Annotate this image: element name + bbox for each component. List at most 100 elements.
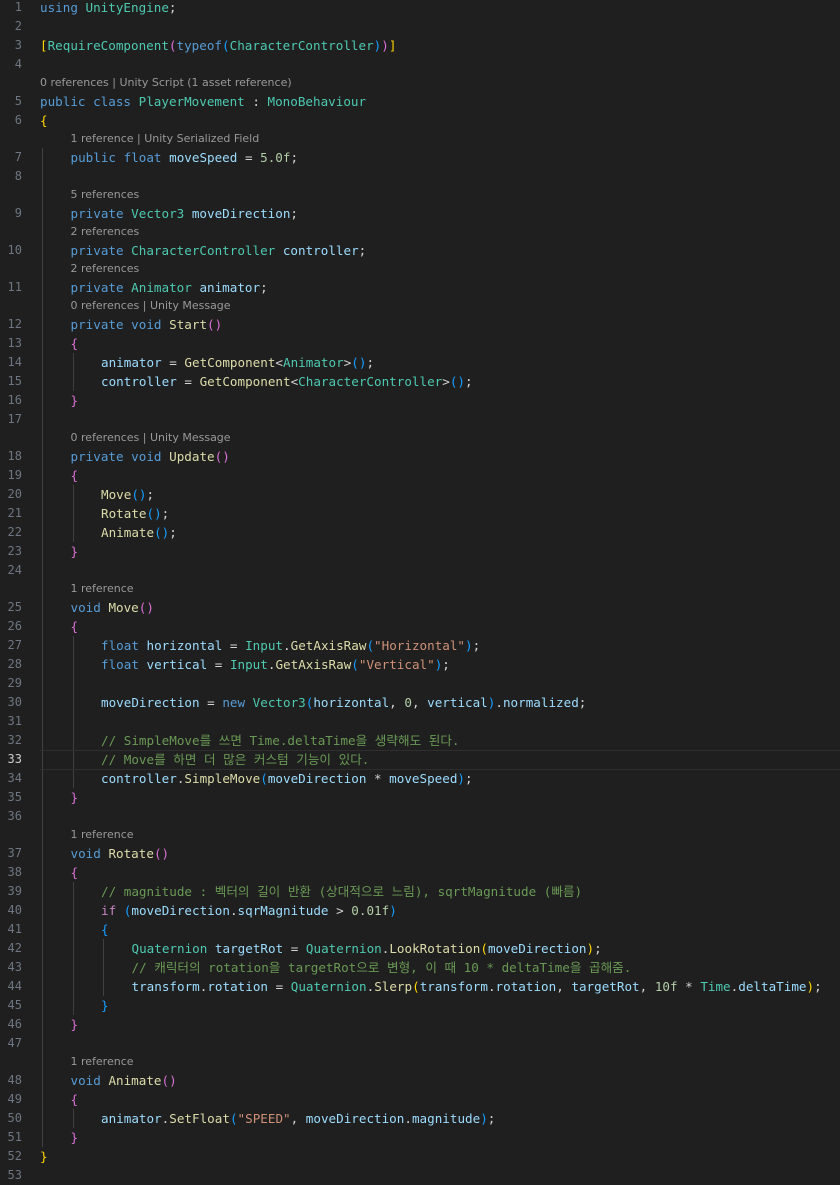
codelens-annotation[interactable]: 0 references | Unity Message [71, 298, 231, 314]
code-line[interactable]: Rotate(); [101, 504, 169, 523]
code-line[interactable]: public class PlayerMovement : MonoBehavi… [40, 92, 366, 111]
code-line[interactable]: // 캐릭터의 rotation을 targetRot으로 변형, 이 때 10… [132, 958, 632, 977]
code-line[interactable]: private Animator animator; [71, 278, 268, 297]
code-line[interactable]: // Move를 하면 더 많은 커스텀 기능이 있다. [101, 750, 369, 769]
code-line[interactable]: { [71, 334, 79, 353]
code-token: , [639, 979, 655, 994]
code-token: private [70, 206, 124, 221]
line-number: 22 [7, 525, 22, 539]
codelens-annotation[interactable]: 0 references | Unity Script (1 asset ref… [40, 75, 292, 91]
code-token: // magnitude : 벡터의 길이 반환 (상대적으로 느림), sqr… [101, 884, 583, 899]
line-number: 14 [7, 355, 22, 369]
code-token: < [275, 355, 284, 370]
line-number: 6 [14, 113, 22, 127]
code-line[interactable]: transform.rotation = Quaternion.Slerp(tr… [132, 977, 822, 996]
code-line[interactable]: animator. SetFloat("SPEED", moveDirection… [101, 1109, 495, 1128]
code-line[interactable]: } [71, 1015, 79, 1034]
code-line[interactable]: controller = GetComponent<CharacterContr… [101, 372, 473, 391]
code-line[interactable]: if (moveDirection.sqrMagnitude > 0.01f) [101, 901, 397, 920]
code-token: { [70, 336, 79, 351]
line-number: 39 [7, 884, 22, 898]
code-token: Vector3 [252, 695, 306, 710]
codelens-annotation[interactable]: 1 reference | Unity Serialized Field [71, 131, 260, 147]
code-editor[interactable]: 1 2 3 4 5 6 7 8 9 10 11 12 13 14 15 16 17 18 19 20 21 22 23 24 2… [0, 0, 840, 1182]
code-line[interactable]: } [71, 1128, 79, 1147]
code-token: void [70, 846, 101, 861]
code-token: [ [40, 38, 48, 53]
code-line[interactable]: { [101, 920, 109, 939]
code-token: ; [442, 657, 450, 672]
code-token: > [442, 374, 450, 389]
line-number: 8 [14, 169, 22, 183]
code-line[interactable]: void Animate() [71, 1071, 177, 1090]
line-number: 50 [7, 1111, 22, 1125]
code-token: ) [480, 1111, 488, 1126]
code-token: CharacterController [229, 38, 374, 53]
indent-guide [72, 1109, 74, 1128]
code-line[interactable]: private CharacterController controller; [71, 241, 367, 260]
code-line[interactable]: void Move() [71, 598, 154, 617]
codelens-annotation[interactable]: 5 references [71, 187, 140, 203]
code-line[interactable]: { [40, 111, 48, 130]
code-line[interactable]: private void Start() [71, 315, 223, 334]
codelens-annotation[interactable]: 2 references [71, 224, 140, 240]
code-line[interactable]: [RequireComponent(typeof(CharacterContro… [40, 36, 396, 55]
code-line[interactable]: void Rotate() [71, 844, 170, 863]
code-line[interactable]: // SimpleMove를 쓰면 Time.deltaTime을 생략해도 된… [101, 731, 460, 750]
code-token: ; [358, 243, 367, 258]
code-line[interactable]: public float moveSpeed = 5.0f; [71, 148, 299, 167]
codelens-annotation[interactable]: 2 references [71, 261, 140, 277]
code-line[interactable]: controller.SimpleMove(moveDirection * mo… [101, 769, 473, 788]
code-line[interactable]: { [71, 1090, 79, 1109]
code-token: if [101, 903, 117, 918]
code-line[interactable]: Quaternion targetRot = Quaternion.LookRo… [132, 939, 602, 958]
code-token: Move [108, 600, 139, 615]
code-token: deltaTime [738, 979, 807, 994]
code-token: moveDirection [101, 695, 200, 710]
code-token: { [101, 922, 109, 937]
codelens-annotation[interactable]: 1 reference [71, 827, 134, 843]
code-line[interactable]: } [71, 542, 79, 561]
code-line[interactable]: { [71, 466, 79, 485]
code-line[interactable]: { [71, 617, 79, 636]
code-line[interactable]: private Vector3 moveDirection; [71, 204, 299, 223]
code-token: , [556, 979, 572, 994]
codelens-annotation[interactable]: 1 reference [71, 1054, 134, 1070]
codelens-annotation[interactable]: 1 reference [71, 581, 134, 597]
line-number: 2 [14, 19, 22, 33]
code-token: ; [169, 525, 177, 540]
code-line[interactable]: Move(); [101, 485, 154, 504]
line-number: 3 [14, 38, 22, 52]
code-token: void [70, 600, 101, 615]
code-token: new [222, 695, 246, 710]
line-number: 46 [7, 1017, 22, 1031]
line-number: 42 [7, 941, 22, 955]
code-line[interactable]: float vertical = Input.GetAxisRaw("Verti… [101, 655, 450, 674]
code-token: } [70, 790, 79, 805]
line-number: 21 [7, 506, 22, 520]
code-token: animator [101, 355, 162, 370]
code-line[interactable]: } [71, 391, 79, 410]
code-token: { [70, 865, 79, 880]
code-line[interactable]: // magnitude : 벡터의 길이 반환 (상대적으로 느림), sqr… [101, 882, 582, 901]
code-token: moveSpeed [169, 150, 238, 165]
code-token: ( [260, 771, 268, 786]
code-token: () [153, 846, 170, 861]
code-line[interactable]: } [71, 788, 79, 807]
code-line[interactable]: animator = GetComponent<Animator>(); [101, 353, 374, 372]
code-line[interactable]: { [71, 863, 79, 882]
line-number: 16 [7, 393, 22, 407]
code-line[interactable]: } [101, 996, 109, 1015]
line-number: 19 [7, 468, 22, 482]
code-line[interactable]: } [40, 1147, 48, 1166]
code-line[interactable]: float horizontal = Input.GetAxisRaw("Hor… [101, 636, 480, 655]
code-token: { [70, 619, 79, 634]
line-number: 51 [7, 1130, 22, 1144]
code-token: ) [381, 38, 389, 53]
code-line[interactable]: moveDirection = new Vector3(horizontal, … [101, 693, 586, 712]
codelens-annotation[interactable]: 0 references | Unity Message [71, 430, 231, 446]
code-line[interactable]: Animate(); [101, 523, 177, 542]
code-line[interactable]: using UnityEngine; [40, 0, 177, 17]
code-line[interactable]: private void Update() [71, 447, 230, 466]
